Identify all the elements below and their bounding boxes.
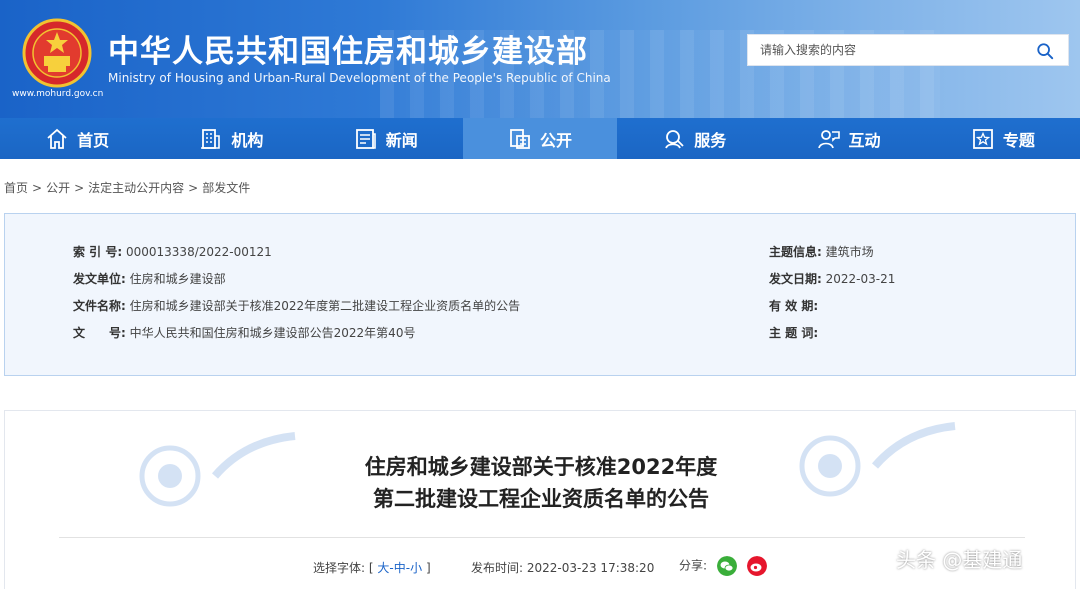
share-bar: 分享: [679,556,767,576]
breadcrumb-item-open[interactable]: 公开 [46,181,70,195]
info-topic: 主题信息: 建筑市场 [769,243,874,260]
info-key: 发文单位: [73,272,126,286]
main-nav: 首页 机构 新闻 公开 服务 互动 专题 [0,118,1080,159]
info-issuer: 发文单位: 住房和城乡建设部 [73,270,226,287]
publish-time: 2022-03-23 17:38:20 [526,561,655,575]
nav-label: 服务 [694,130,727,150]
nav-item-topic[interactable]: 专题 [926,118,1080,159]
info-value: 中华人民共和国住房和城乡建设部公告2022年第40号 [129,326,416,340]
article-title-line1: 住房和城乡建设部关于核准2022年度 [364,455,718,479]
info-key: 有 效 期: [769,299,819,313]
info-key: 主 题 词: [769,326,819,340]
wechat-icon[interactable] [716,556,737,576]
national-emblem-icon [22,18,92,88]
site-header: www.mohurd.gov.cn 中华人民共和国住房和城乡建设部 Minist… [0,0,1080,118]
source-watermark-text: 头条 @基建通 [896,548,1023,572]
font-size-label: 选择字体: [313,561,366,575]
interact-icon [817,129,840,148]
nav-item-news[interactable]: 新闻 [309,118,463,159]
building-icon [201,128,221,149]
font-size-selector: 选择字体: [ 大-中-小 ] [313,559,431,576]
breadcrumb-item-docs[interactable]: 部发文件 [202,181,250,195]
nav-label: 互动 [848,130,881,150]
nav-label: 专题 [1002,130,1035,150]
site-url: www.mohurd.gov.cn [12,89,104,99]
nav-label: 首页 [77,130,110,150]
site-subtitle: Ministry of Housing and Urban-Rural Deve… [108,71,611,85]
search-input[interactable] [748,35,1028,65]
article-title-line2: 第二批建设工程企业资质名单的公告 [373,487,709,511]
publish-label: 发布时间: [471,561,524,575]
breadcrumb-separator: > [74,181,85,195]
info-value: 000013338/2022-00121 [125,245,272,259]
info-valid: 有 效 期: [769,297,818,314]
info-key: 发文日期: [769,272,822,286]
nav-item-service[interactable]: 服务 [617,118,771,159]
nav-label: 新闻 [385,130,418,150]
document-info-panel: 索 引 号: 000013338/2022-00121 发文单位: 住房和城乡建… [4,213,1076,376]
weibo-icon[interactable] [746,556,767,576]
site-title: 中华人民共和国住房和城乡建设部 [108,34,588,70]
home-icon [47,128,67,149]
info-docname: 文件名称: 住房和城乡建设部关于核准2022年度第二批建设工程企业资质名单的公告 [73,297,520,314]
breadcrumb-item-home[interactable]: 首页 [4,181,28,195]
info-key: 文件名称: [73,299,126,313]
info-date: 发文日期: 2022-03-21 [769,270,895,287]
breadcrumb-item-legal[interactable]: 法定主动公开内容 [88,181,184,195]
search-icon[interactable] [1036,42,1054,60]
font-mid-link[interactable]: 中 [394,561,406,575]
title-divider [59,537,1025,538]
info-value: 建筑市场 [825,245,874,259]
info-keywords: 主 题 词: [769,324,818,341]
info-key: 索 引 号: [73,245,123,259]
nav-item-open[interactable]: 公开 [462,118,618,159]
info-docno: 文 号: 中华人民共和国住房和城乡建设部公告2022年第40号 [73,324,415,341]
info-key: 文 号: [73,326,126,340]
star-icon [972,128,993,149]
info-value: 住房和城乡建设部 [129,272,226,286]
breadcrumb-separator: > [32,181,43,195]
info-value: 住房和城乡建设部关于核准2022年度第二批建设工程企业资质名单的公告 [129,299,521,313]
info-value: 2022-03-21 [825,272,896,286]
bracket-close: ] [425,561,431,575]
search-box [747,34,1069,66]
nav-label: 机构 [231,130,264,150]
breadcrumb: 首页 > 公开 > 法定主动公开内容 > 部发文件 [4,179,250,196]
bracket-open: [ [368,561,374,575]
nav-item-org[interactable]: 机构 [154,118,308,159]
news-icon [355,128,376,149]
publish-info: 发布时间: 2022-03-23 17:38:20 [471,559,654,576]
share-label: 分享: [679,558,708,573]
info-key: 主题信息: [769,245,822,259]
font-small-link[interactable]: 小 [410,561,422,575]
open-doc-icon [510,128,530,149]
font-large-link[interactable]: 大 [377,561,389,575]
nav-item-home[interactable]: 首页 [0,118,154,159]
service-icon [665,129,684,148]
info-index: 索 引 号: 000013338/2022-00121 [73,243,272,260]
breadcrumb-separator: > [188,181,199,195]
nav-label: 公开 [539,130,572,150]
nav-item-interact[interactable]: 互动 [771,118,925,159]
